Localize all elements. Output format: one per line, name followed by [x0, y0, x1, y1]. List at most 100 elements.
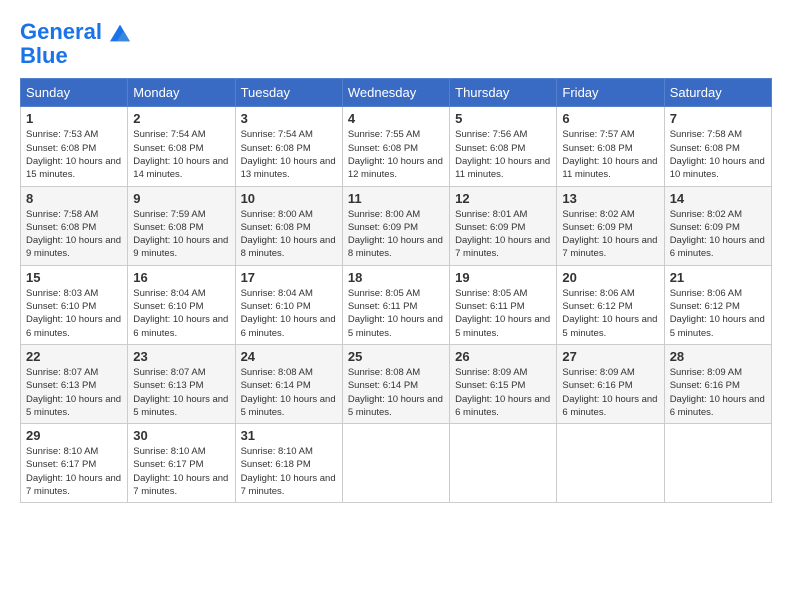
day-number: 27: [562, 349, 658, 364]
calendar-cell: 4 Sunrise: 7:55 AMSunset: 6:08 PMDayligh…: [342, 107, 449, 186]
col-header-monday: Monday: [128, 79, 235, 107]
day-info: Sunrise: 8:08 AMSunset: 6:14 PMDaylight:…: [241, 366, 337, 419]
day-info: Sunrise: 8:10 AMSunset: 6:18 PMDaylight:…: [241, 445, 337, 498]
day-number: 8: [26, 191, 122, 206]
calendar-cell: 1 Sunrise: 7:53 AMSunset: 6:08 PMDayligh…: [21, 107, 128, 186]
calendar-cell: 5 Sunrise: 7:56 AMSunset: 6:08 PMDayligh…: [450, 107, 557, 186]
day-number: 6: [562, 111, 658, 126]
day-info: Sunrise: 8:10 AMSunset: 6:17 PMDaylight:…: [26, 445, 122, 498]
day-info: Sunrise: 8:10 AMSunset: 6:17 PMDaylight:…: [133, 445, 229, 498]
calendar-cell: [664, 424, 771, 503]
day-info: Sunrise: 7:59 AMSunset: 6:08 PMDaylight:…: [133, 208, 229, 261]
col-header-friday: Friday: [557, 79, 664, 107]
day-number: 24: [241, 349, 337, 364]
day-number: 31: [241, 428, 337, 443]
day-info: Sunrise: 8:08 AMSunset: 6:14 PMDaylight:…: [348, 366, 444, 419]
day-info: Sunrise: 8:09 AMSunset: 6:16 PMDaylight:…: [562, 366, 658, 419]
col-header-sunday: Sunday: [21, 79, 128, 107]
day-number: 14: [670, 191, 766, 206]
header: General Blue: [20, 20, 772, 68]
day-number: 17: [241, 270, 337, 285]
day-info: Sunrise: 7:58 AMSunset: 6:08 PMDaylight:…: [670, 128, 766, 181]
day-number: 23: [133, 349, 229, 364]
day-info: Sunrise: 8:06 AMSunset: 6:12 PMDaylight:…: [562, 287, 658, 340]
day-info: Sunrise: 7:54 AMSunset: 6:08 PMDaylight:…: [133, 128, 229, 181]
calendar-cell: 13 Sunrise: 8:02 AMSunset: 6:09 PMDaylig…: [557, 186, 664, 265]
calendar-cell: 16 Sunrise: 8:04 AMSunset: 6:10 PMDaylig…: [128, 265, 235, 344]
day-number: 21: [670, 270, 766, 285]
calendar-cell: 19 Sunrise: 8:05 AMSunset: 6:11 PMDaylig…: [450, 265, 557, 344]
day-number: 25: [348, 349, 444, 364]
day-number: 20: [562, 270, 658, 285]
day-number: 13: [562, 191, 658, 206]
day-info: Sunrise: 7:57 AMSunset: 6:08 PMDaylight:…: [562, 128, 658, 181]
calendar-cell: 29 Sunrise: 8:10 AMSunset: 6:17 PMDaylig…: [21, 424, 128, 503]
day-info: Sunrise: 8:07 AMSunset: 6:13 PMDaylight:…: [26, 366, 122, 419]
day-info: Sunrise: 8:06 AMSunset: 6:12 PMDaylight:…: [670, 287, 766, 340]
logo-text: General: [20, 20, 130, 44]
calendar-cell: [450, 424, 557, 503]
day-info: Sunrise: 8:03 AMSunset: 6:10 PMDaylight:…: [26, 287, 122, 340]
day-info: Sunrise: 8:00 AMSunset: 6:08 PMDaylight:…: [241, 208, 337, 261]
day-number: 28: [670, 349, 766, 364]
day-number: 11: [348, 191, 444, 206]
day-info: Sunrise: 8:01 AMSunset: 6:09 PMDaylight:…: [455, 208, 551, 261]
calendar-cell: 17 Sunrise: 8:04 AMSunset: 6:10 PMDaylig…: [235, 265, 342, 344]
day-number: 7: [670, 111, 766, 126]
calendar-cell: 27 Sunrise: 8:09 AMSunset: 6:16 PMDaylig…: [557, 344, 664, 423]
calendar-cell: 14 Sunrise: 8:02 AMSunset: 6:09 PMDaylig…: [664, 186, 771, 265]
calendar: SundayMondayTuesdayWednesdayThursdayFrid…: [20, 78, 772, 503]
day-number: 18: [348, 270, 444, 285]
col-header-tuesday: Tuesday: [235, 79, 342, 107]
day-number: 5: [455, 111, 551, 126]
calendar-cell: [557, 424, 664, 503]
calendar-cell: 3 Sunrise: 7:54 AMSunset: 6:08 PMDayligh…: [235, 107, 342, 186]
day-info: Sunrise: 8:07 AMSunset: 6:13 PMDaylight:…: [133, 366, 229, 419]
day-info: Sunrise: 8:09 AMSunset: 6:15 PMDaylight:…: [455, 366, 551, 419]
calendar-cell: 8 Sunrise: 7:58 AMSunset: 6:08 PMDayligh…: [21, 186, 128, 265]
day-info: Sunrise: 8:04 AMSunset: 6:10 PMDaylight:…: [241, 287, 337, 340]
day-number: 19: [455, 270, 551, 285]
day-info: Sunrise: 8:00 AMSunset: 6:09 PMDaylight:…: [348, 208, 444, 261]
day-info: Sunrise: 7:54 AMSunset: 6:08 PMDaylight:…: [241, 128, 337, 181]
col-header-thursday: Thursday: [450, 79, 557, 107]
day-number: 29: [26, 428, 122, 443]
calendar-cell: 24 Sunrise: 8:08 AMSunset: 6:14 PMDaylig…: [235, 344, 342, 423]
calendar-cell: 10 Sunrise: 8:00 AMSunset: 6:08 PMDaylig…: [235, 186, 342, 265]
calendar-cell: 30 Sunrise: 8:10 AMSunset: 6:17 PMDaylig…: [128, 424, 235, 503]
day-info: Sunrise: 8:02 AMSunset: 6:09 PMDaylight:…: [670, 208, 766, 261]
day-info: Sunrise: 7:58 AMSunset: 6:08 PMDaylight:…: [26, 208, 122, 261]
calendar-cell: [342, 424, 449, 503]
calendar-cell: 2 Sunrise: 7:54 AMSunset: 6:08 PMDayligh…: [128, 107, 235, 186]
calendar-cell: 31 Sunrise: 8:10 AMSunset: 6:18 PMDaylig…: [235, 424, 342, 503]
calendar-cell: 9 Sunrise: 7:59 AMSunset: 6:08 PMDayligh…: [128, 186, 235, 265]
day-number: 9: [133, 191, 229, 206]
day-number: 12: [455, 191, 551, 206]
calendar-cell: 20 Sunrise: 8:06 AMSunset: 6:12 PMDaylig…: [557, 265, 664, 344]
day-info: Sunrise: 8:05 AMSunset: 6:11 PMDaylight:…: [348, 287, 444, 340]
calendar-cell: 25 Sunrise: 8:08 AMSunset: 6:14 PMDaylig…: [342, 344, 449, 423]
calendar-cell: 18 Sunrise: 8:05 AMSunset: 6:11 PMDaylig…: [342, 265, 449, 344]
day-number: 10: [241, 191, 337, 206]
week-row-3: 15 Sunrise: 8:03 AMSunset: 6:10 PMDaylig…: [21, 265, 772, 344]
logo-blue: Blue: [20, 44, 130, 68]
calendar-cell: 7 Sunrise: 7:58 AMSunset: 6:08 PMDayligh…: [664, 107, 771, 186]
day-number: 30: [133, 428, 229, 443]
day-info: Sunrise: 8:02 AMSunset: 6:09 PMDaylight:…: [562, 208, 658, 261]
day-number: 3: [241, 111, 337, 126]
day-number: 2: [133, 111, 229, 126]
day-number: 4: [348, 111, 444, 126]
calendar-cell: 28 Sunrise: 8:09 AMSunset: 6:16 PMDaylig…: [664, 344, 771, 423]
week-row-4: 22 Sunrise: 8:07 AMSunset: 6:13 PMDaylig…: [21, 344, 772, 423]
day-info: Sunrise: 7:53 AMSunset: 6:08 PMDaylight:…: [26, 128, 122, 181]
calendar-cell: 6 Sunrise: 7:57 AMSunset: 6:08 PMDayligh…: [557, 107, 664, 186]
week-row-5: 29 Sunrise: 8:10 AMSunset: 6:17 PMDaylig…: [21, 424, 772, 503]
calendar-cell: 22 Sunrise: 8:07 AMSunset: 6:13 PMDaylig…: [21, 344, 128, 423]
calendar-cell: 15 Sunrise: 8:03 AMSunset: 6:10 PMDaylig…: [21, 265, 128, 344]
day-number: 16: [133, 270, 229, 285]
day-info: Sunrise: 8:05 AMSunset: 6:11 PMDaylight:…: [455, 287, 551, 340]
day-number: 15: [26, 270, 122, 285]
calendar-cell: 12 Sunrise: 8:01 AMSunset: 6:09 PMDaylig…: [450, 186, 557, 265]
day-info: Sunrise: 7:55 AMSunset: 6:08 PMDaylight:…: [348, 128, 444, 181]
calendar-cell: 21 Sunrise: 8:06 AMSunset: 6:12 PMDaylig…: [664, 265, 771, 344]
